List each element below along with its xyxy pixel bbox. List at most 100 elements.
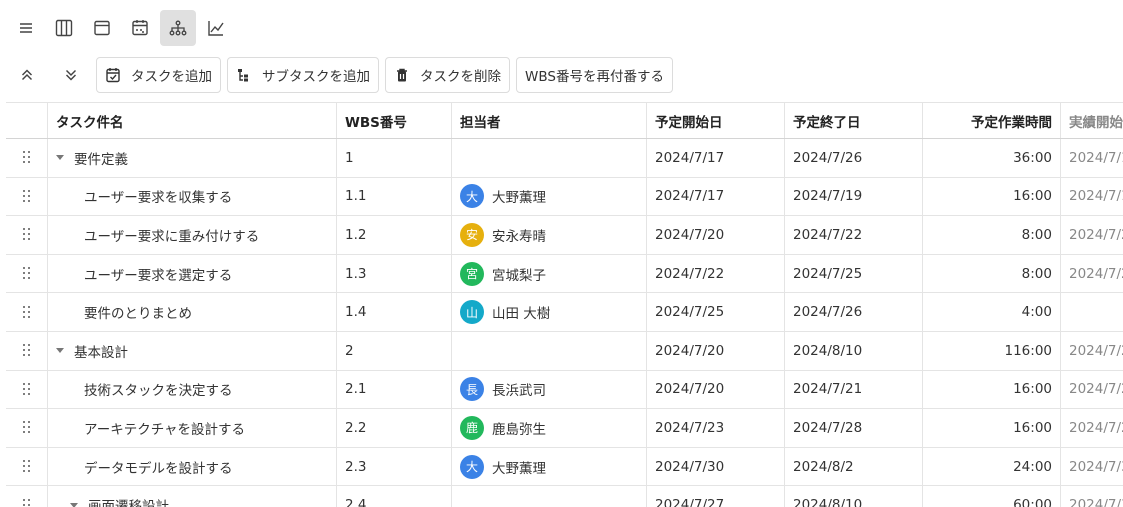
planned-hours-cell[interactable]: 116:00 bbox=[922, 331, 1060, 370]
table-row[interactable]: 要件定義 1 2024/7/172024/7/2636:002024/7/1 bbox=[6, 139, 1123, 178]
wbs-cell[interactable]: 2.2 bbox=[336, 409, 451, 447]
column-header-wbs[interactable]: WBS番号 bbox=[336, 103, 451, 138]
column-header-planned-start[interactable]: 予定開始日 bbox=[646, 103, 784, 138]
planned-end-cell[interactable]: 2024/7/19 bbox=[784, 177, 922, 216]
task-name[interactable]: 要件のとりまとめ bbox=[84, 302, 192, 322]
drag-handle-icon[interactable] bbox=[6, 293, 47, 331]
task-name[interactable]: 技術スタックを決定する bbox=[84, 379, 233, 399]
wbs-cell[interactable]: 1.2 bbox=[336, 216, 451, 254]
task-name-cell[interactable]: 要件のとりまとめ bbox=[47, 293, 336, 331]
planned-end-cell[interactable]: 2024/7/26 bbox=[784, 139, 922, 177]
planned-end-cell[interactable]: 2024/7/25 bbox=[784, 254, 922, 293]
column-header-assignee[interactable]: 担当者 bbox=[451, 103, 646, 138]
column-header-actual-start[interactable]: 実績開始 bbox=[1060, 103, 1123, 138]
actual-start-cell[interactable]: 2024/7/1 bbox=[1060, 177, 1123, 216]
actual-start-cell[interactable]: 2024/7/2 bbox=[1060, 254, 1123, 293]
expand-caret-icon[interactable] bbox=[56, 348, 64, 354]
planned-start-cell[interactable]: 2024/7/17 bbox=[646, 177, 784, 216]
task-name[interactable]: データモデルを設計する bbox=[84, 457, 233, 477]
actual-start-cell[interactable]: 2024/7/3 bbox=[1060, 447, 1123, 486]
task-name[interactable]: 基本設計 bbox=[74, 341, 128, 361]
planned-start-cell[interactable]: 2024/7/25 bbox=[646, 293, 784, 331]
planned-end-cell[interactable]: 2024/8/2 bbox=[784, 447, 922, 486]
table-row[interactable]: 要件のとりまとめ 1.4 山山田 大樹 2024/7/25 2024/7/26 4:00 bbox=[6, 293, 1123, 332]
planned-start-cell[interactable]: 2024/7/17 bbox=[646, 139, 784, 177]
assignee-cell[interactable]: 宮宮城梨子 bbox=[451, 254, 646, 293]
table-row[interactable]: ユーザー要求を収集する 1.1 大大野薫理 2024/7/17 2024/7/19 16:… bbox=[6, 177, 1123, 217]
planned-end-cell[interactable]: 2024/8/10 bbox=[784, 331, 922, 370]
column-header-planned-hours[interactable]: 予定作業時間 bbox=[922, 103, 1060, 138]
planned-end-cell[interactable]: 2024/8/10 bbox=[784, 486, 922, 507]
wbs-cell[interactable]: 2.1 bbox=[336, 370, 451, 409]
wbs-cell[interactable]: 1 bbox=[336, 139, 451, 177]
planned-hours-cell[interactable]: 60:00 bbox=[922, 486, 1060, 507]
assignee-cell[interactable]: 安安永寿晴 bbox=[451, 216, 646, 254]
calendar-schedule-icon[interactable] bbox=[122, 10, 158, 46]
planned-hours-cell[interactable]: 8:00 bbox=[922, 216, 1060, 254]
drag-handle-icon[interactable] bbox=[6, 371, 47, 409]
actual-start-cell[interactable]: 2024/7/3 bbox=[1060, 486, 1123, 507]
drag-handle-icon[interactable] bbox=[6, 448, 47, 486]
wbs-cell[interactable]: 1.4 bbox=[336, 293, 451, 331]
delete-task-button[interactable]: タスクを削除 bbox=[385, 57, 510, 93]
task-name[interactable]: ユーザー要求を選定する bbox=[84, 264, 232, 284]
assignee-cell[interactable]: 鹿鹿島弥生 bbox=[451, 409, 646, 447]
actual-start-cell[interactable]: 2024/7/2 bbox=[1060, 370, 1123, 409]
table-row[interactable]: アーキテクチャを設計する 2.2 鹿鹿島弥生 2024/7/23 2024/7/28 16… bbox=[6, 409, 1123, 448]
task-name[interactable]: 画面遷移設計 bbox=[88, 495, 169, 507]
task-name-cell[interactable]: 技術スタックを決定する bbox=[47, 370, 336, 409]
assignee-cell[interactable] bbox=[451, 331, 646, 370]
column-header-task-name[interactable]: タスク件名 bbox=[47, 103, 336, 138]
task-name-cell[interactable]: 画面遷移設計 bbox=[47, 486, 336, 507]
table-row[interactable]: 技術スタックを決定する 2.1 長長浜武司 2024/7/20 2024/7/21 16:… bbox=[6, 370, 1123, 410]
expand-caret-icon[interactable] bbox=[56, 155, 64, 161]
task-name-cell[interactable]: 基本設計 bbox=[47, 331, 336, 370]
task-name-cell[interactable]: ユーザー要求を収集する bbox=[47, 177, 336, 216]
drag-handle-icon[interactable] bbox=[6, 486, 47, 507]
actual-start-cell[interactable]: 2024/7/2 bbox=[1060, 409, 1123, 447]
task-name-cell[interactable]: データモデルを設計する bbox=[47, 447, 336, 486]
menu-icon[interactable] bbox=[8, 10, 44, 46]
add-subtask-button[interactable]: サブタスクを追加 bbox=[227, 57, 379, 93]
planned-end-cell[interactable]: 2024/7/21 bbox=[784, 370, 922, 409]
planned-hours-cell[interactable]: 4:00 bbox=[922, 293, 1060, 331]
table-row[interactable]: 基本設計 2 2024/7/202024/8/10116:002024/7/2 bbox=[6, 331, 1123, 371]
planned-end-cell[interactable]: 2024/7/26 bbox=[784, 293, 922, 331]
task-name-cell[interactable]: 要件定義 bbox=[47, 139, 336, 177]
chart-line-icon[interactable] bbox=[198, 10, 234, 46]
drag-handle-icon[interactable] bbox=[6, 255, 47, 293]
drag-handle-icon[interactable] bbox=[6, 178, 47, 216]
board-columns-icon[interactable] bbox=[46, 10, 82, 46]
expand-caret-icon[interactable] bbox=[70, 502, 78, 507]
assignee-cell[interactable]: 長長浜武司 bbox=[451, 370, 646, 409]
drag-handle-icon[interactable] bbox=[6, 216, 47, 254]
drag-handle-icon[interactable] bbox=[6, 409, 47, 447]
planned-hours-cell[interactable]: 36:00 bbox=[922, 139, 1060, 177]
assignee-cell[interactable]: 大大野薫理 bbox=[451, 177, 646, 216]
planned-hours-cell[interactable]: 16:00 bbox=[922, 177, 1060, 216]
planned-start-cell[interactable]: 2024/7/22 bbox=[646, 254, 784, 293]
planned-start-cell[interactable]: 2024/7/30 bbox=[646, 447, 784, 486]
assignee-cell[interactable]: 山山田 大樹 bbox=[451, 293, 646, 331]
task-name-cell[interactable]: ユーザー要求を選定する bbox=[47, 254, 336, 293]
calendar-icon[interactable] bbox=[84, 10, 120, 46]
planned-start-cell[interactable]: 2024/7/20 bbox=[646, 331, 784, 370]
wbs-cell[interactable]: 2.4 bbox=[336, 486, 451, 507]
column-header-planned-end[interactable]: 予定終了日 bbox=[784, 103, 922, 138]
task-name[interactable]: ユーザー要求に重み付けする bbox=[84, 225, 259, 245]
task-name-cell[interactable]: アーキテクチャを設計する bbox=[47, 409, 336, 447]
wbs-cell[interactable]: 1.3 bbox=[336, 254, 451, 293]
drag-handle-icon[interactable] bbox=[6, 332, 47, 370]
actual-start-cell[interactable]: 2024/7/1 bbox=[1060, 139, 1123, 177]
task-name[interactable]: ユーザー要求を収集する bbox=[84, 186, 232, 206]
planned-hours-cell[interactable]: 24:00 bbox=[922, 447, 1060, 486]
assignee-cell[interactable] bbox=[451, 486, 646, 507]
task-name[interactable]: 要件定義 bbox=[74, 148, 128, 168]
planned-hours-cell[interactable]: 8:00 bbox=[922, 254, 1060, 293]
actual-start-cell[interactable]: 2024/7/2 bbox=[1060, 331, 1123, 370]
planned-end-cell[interactable]: 2024/7/22 bbox=[784, 216, 922, 254]
planned-start-cell[interactable]: 2024/7/27 bbox=[646, 486, 784, 507]
double-chevron-up-icon[interactable] bbox=[8, 56, 46, 94]
planned-start-cell[interactable]: 2024/7/20 bbox=[646, 216, 784, 254]
table-row[interactable]: データモデルを設計する 2.3 大大野薫理 2024/7/30 2024/8/2 24:0… bbox=[6, 447, 1123, 487]
